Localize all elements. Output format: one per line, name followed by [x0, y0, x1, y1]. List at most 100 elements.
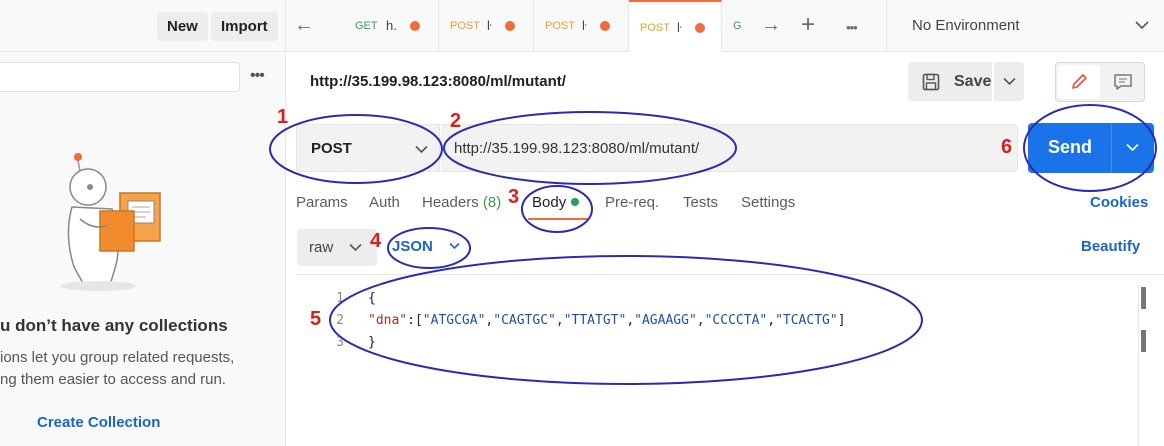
- send-label: Send: [1048, 137, 1093, 157]
- unsaved-dot-icon: [695, 23, 705, 33]
- json-string: "CCCCTA": [704, 313, 768, 328]
- request-tab[interactable]: G: [722, 0, 742, 52]
- tab-method: G: [733, 20, 742, 32]
- unsaved-dot-icon: [600, 21, 610, 31]
- format-label: JSON: [392, 238, 433, 255]
- json-key: "dna": [368, 313, 408, 328]
- empty-collections-illustration: [60, 153, 161, 291]
- code-line-3: }: [368, 335, 376, 350]
- create-collection-link[interactable]: Create Collection: [37, 414, 160, 431]
- tab-prerequest[interactable]: Pre-req.: [605, 194, 659, 211]
- request-tab[interactable]: POST ŀ: [439, 0, 534, 52]
- headers-label: Headers: [422, 194, 479, 211]
- request-tab-bar: ← GET h. POST ŀ POST ŀ POST ŀ G → + ••• …: [286, 0, 1164, 52]
- method-selector[interactable]: POST: [296, 124, 440, 172]
- tab-name: ŀ: [487, 18, 492, 33]
- json-punct: :[: [407, 313, 423, 328]
- chevron-down-icon: [1003, 77, 1016, 86]
- save-label: Save: [954, 73, 992, 90]
- empty-collections-title: u don’t have any collections: [0, 316, 228, 335]
- annotation-number: 1: [277, 106, 289, 128]
- active-dot-icon: [571, 198, 580, 206]
- tab-settings[interactable]: Settings: [741, 194, 795, 211]
- headers-count: (8): [482, 194, 502, 211]
- annotation-number: 5: [310, 308, 322, 330]
- json-string: "TCACTG": [775, 313, 838, 328]
- annotation-number: 3: [508, 186, 520, 208]
- json-string: "CAGTGC": [493, 313, 556, 328]
- arrow-left-icon[interactable]: ←: [294, 14, 314, 37]
- annotation-number: 2: [450, 110, 462, 132]
- save-button[interactable]: Save: [908, 62, 992, 101]
- body-editor[interactable]: 1 2 3 { "dna":["ATGCGA","CAGTGC","TTATGT…: [296, 274, 1164, 446]
- editor-scrollbar[interactable]: [1138, 285, 1155, 446]
- chevron-down-icon: [415, 145, 428, 154]
- chevron-down-icon: [349, 243, 362, 252]
- sidebar-search-input[interactable]: [0, 62, 240, 92]
- code-line-1: {: [368, 291, 376, 306]
- tab-method: GET: [355, 20, 378, 32]
- environment-selector[interactable]: No Environment: [886, 0, 1164, 52]
- send-button[interactable]: Send: [1028, 123, 1154, 173]
- active-tab-underline: [528, 218, 588, 220]
- scrollbar-thumb[interactable]: [1141, 330, 1146, 352]
- tab-auth[interactable]: Auth: [369, 194, 400, 211]
- body-label: Body: [532, 194, 567, 211]
- tab-method: POST: [640, 22, 670, 34]
- body-type-selector[interactable]: raw: [297, 229, 377, 266]
- edit-mode-button[interactable]: [1058, 65, 1100, 99]
- empty-collections-desc-2: ng them easier to access and run.: [0, 371, 226, 388]
- request-tab[interactable]: POST ŀ: [534, 0, 629, 52]
- format-selector[interactable]: JSON: [392, 238, 460, 255]
- more-horizontal-icon[interactable]: •••: [846, 20, 858, 35]
- code-line-2: "dna":["ATGCGA","CAGTGC","TTATGT","AGAAG…: [368, 313, 846, 328]
- line-number: 2: [336, 313, 344, 328]
- arrow-right-icon[interactable]: →: [761, 14, 781, 37]
- tab-name: ŀ: [582, 18, 587, 33]
- json-punct: ]: [837, 313, 846, 328]
- pencil-icon: [1072, 74, 1087, 89]
- line-number: 1: [336, 291, 344, 306]
- json-string: "ATGCGA": [422, 313, 486, 328]
- unsaved-dot-icon: [410, 21, 420, 31]
- environment-label: No Environment: [912, 17, 1020, 34]
- tab-params[interactable]: Params: [296, 194, 348, 211]
- chevron-down-icon: [1135, 21, 1149, 30]
- empty-collections-desc-1: ions let you group related requests,: [0, 349, 235, 366]
- json-string: "AGAAGG": [634, 313, 697, 328]
- request-tab[interactable]: GET h.: [344, 0, 439, 52]
- cookies-link[interactable]: Cookies: [1090, 194, 1148, 211]
- chevron-down-icon[interactable]: [1126, 143, 1139, 152]
- collections-sidebar: New Import ••• u don’t have any collecti…: [0, 0, 286, 446]
- import-button[interactable]: Import: [211, 12, 278, 41]
- url-input[interactable]: http://35.199.98.123:8080/ml/mutant/: [441, 124, 1018, 172]
- comments-button[interactable]: [1104, 65, 1142, 99]
- unsaved-dot-icon: [505, 21, 515, 31]
- more-horizontal-icon[interactable]: •••: [250, 67, 265, 85]
- chevron-down-icon: [449, 242, 460, 250]
- scrollbar-thumb[interactable]: [1141, 287, 1146, 309]
- postman-window: New Import ••• u don’t have any collecti…: [0, 0, 1164, 446]
- annotation-number: 6: [1001, 136, 1013, 158]
- json-string: "TTATGT": [563, 313, 627, 328]
- new-button[interactable]: New: [157, 12, 208, 41]
- annotation-number: 4: [370, 230, 382, 252]
- request-tab-active[interactable]: POST ŀ: [629, 0, 722, 52]
- plus-icon[interactable]: +: [801, 11, 815, 39]
- request-title[interactable]: http://35.199.98.123:8080/ml/mutant/: [310, 73, 566, 90]
- comment-icon: [1114, 74, 1132, 90]
- tab-method: POST: [545, 20, 575, 32]
- send-divider: [1111, 123, 1112, 173]
- beautify-button[interactable]: Beautify: [1081, 238, 1140, 255]
- method-label: POST: [311, 140, 352, 157]
- tab-name: ŀ: [677, 20, 682, 35]
- tab-headers[interactable]: Headers (8): [422, 194, 501, 211]
- sidebar-toolbar: New Import: [0, 0, 286, 52]
- line-number: 3: [336, 335, 344, 350]
- save-icon: [922, 73, 940, 91]
- url-value: http://35.199.98.123:8080/ml/mutant/: [454, 140, 700, 157]
- tab-name: h.: [386, 18, 397, 33]
- tab-tests[interactable]: Tests: [683, 194, 718, 211]
- save-options-button[interactable]: [994, 62, 1024, 101]
- tab-body[interactable]: Body: [532, 194, 580, 211]
